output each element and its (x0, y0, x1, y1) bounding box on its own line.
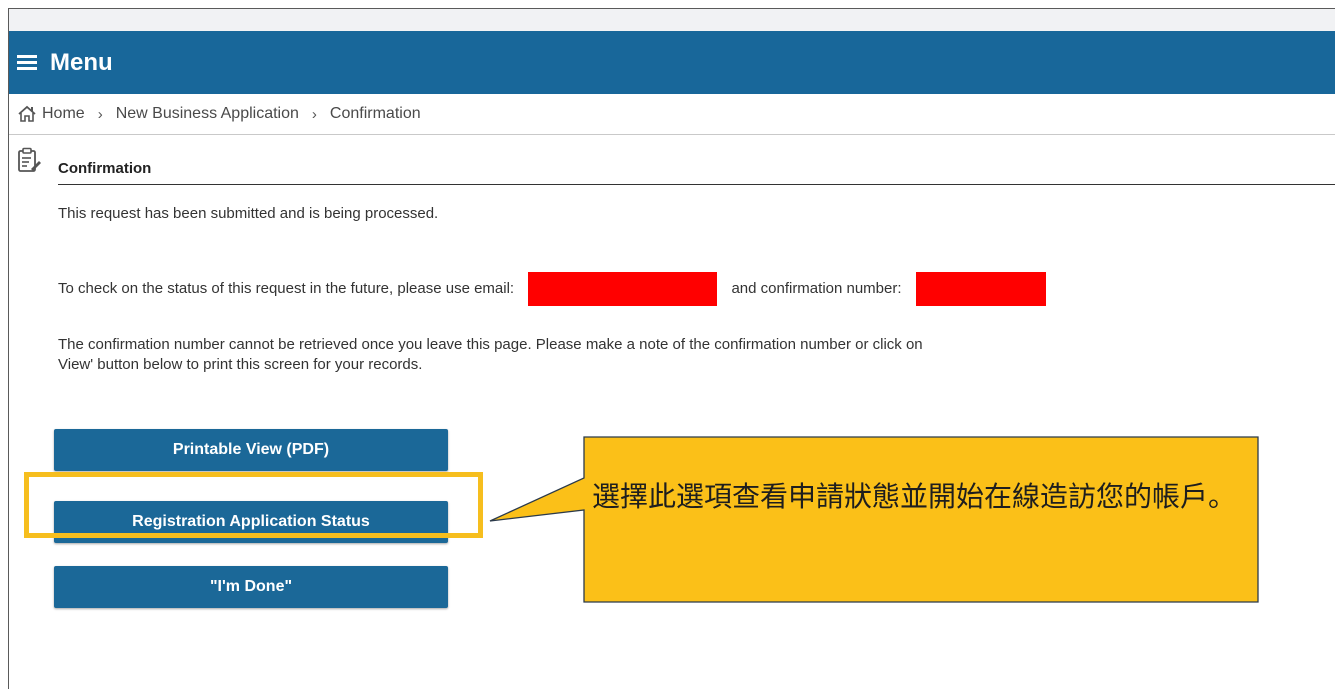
status-middle-text: and confirmation number: (731, 280, 902, 297)
redacted-confirmation-number (915, 272, 1046, 307)
note-line-1: The confirmation number cannot be retrie… (58, 336, 923, 353)
breadcrumb-separator: › (97, 105, 103, 123)
callout-text: 選擇此選項查看申請狀態並開始在線造訪您的帳戶。 (591, 480, 1236, 513)
menu-bar: Menu (9, 31, 1335, 94)
breadcrumb-separator: › (311, 105, 317, 123)
breadcrumb: Home › New Business Application › Confir… (9, 94, 1335, 135)
section-title: Confirmation (58, 160, 1335, 185)
breadcrumb-confirmation: Confirmation (329, 105, 421, 122)
breadcrumb-new-business-application[interactable]: New Business Application (116, 105, 299, 123)
breadcrumb-home[interactable]: Home (42, 105, 85, 123)
top-strip (9, 9, 1335, 31)
highlight-frame (24, 472, 483, 538)
clipboard-edit-icon (18, 147, 41, 172)
im-done-button[interactable]: "I'm Done" (54, 566, 448, 608)
printable-view-button[interactable]: Printable View (PDF) (54, 429, 448, 471)
redacted-email (528, 272, 718, 307)
status-prefix-text: To check on the status of this request i… (58, 280, 515, 297)
submitted-message: This request has been submitted and is b… (58, 205, 439, 222)
home-icon[interactable] (17, 105, 37, 123)
note-line-2: View' button below to print this screen … (58, 356, 423, 373)
status-instructions: To check on the status of this request i… (58, 272, 1046, 307)
menu-label[interactable]: Menu (50, 49, 113, 77)
hamburger-icon[interactable] (17, 54, 37, 71)
